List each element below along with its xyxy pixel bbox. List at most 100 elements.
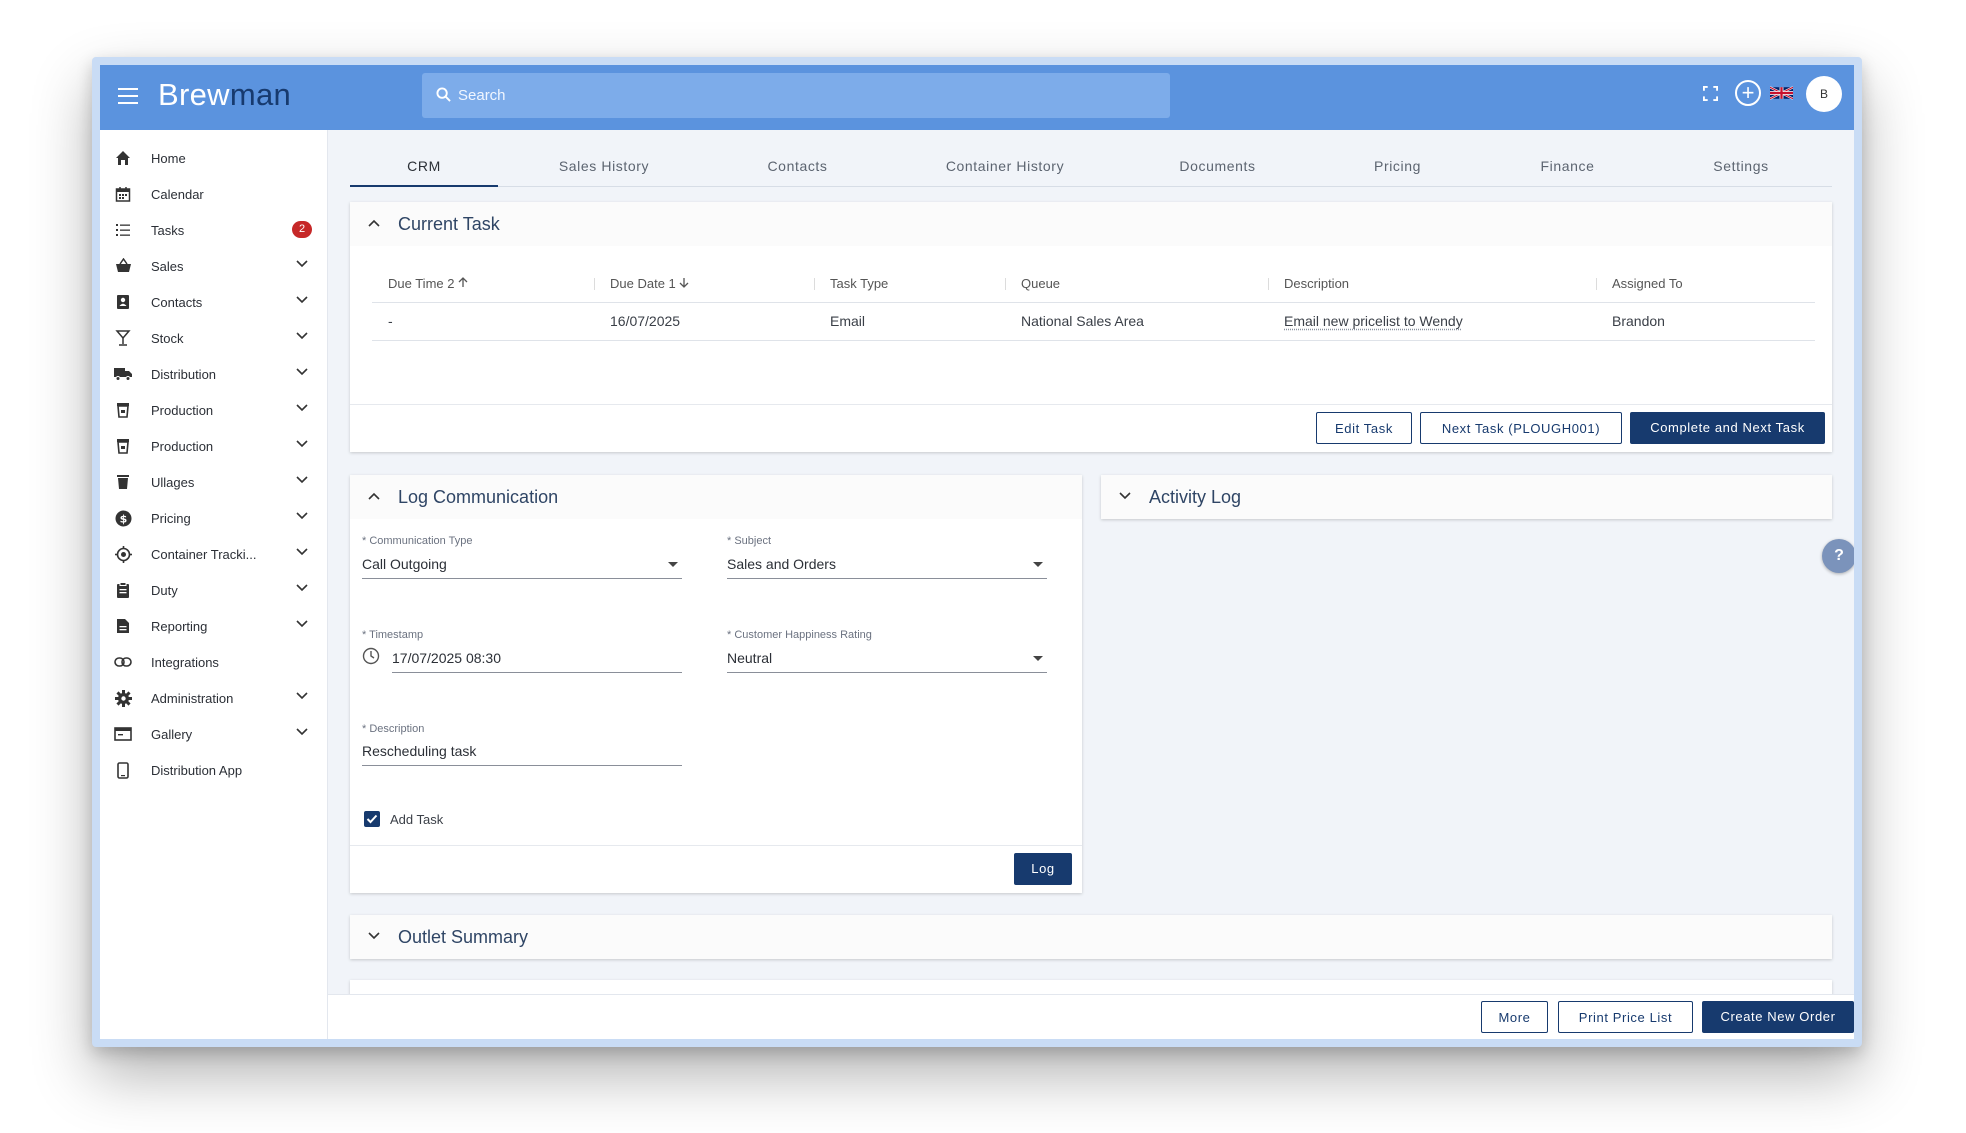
sidebar-item-gallery[interactable]: Gallery	[100, 716, 328, 752]
add-icon[interactable]: +	[1735, 80, 1761, 106]
column-label: Task Type	[830, 276, 889, 292]
tab-crm[interactable]: CRM	[350, 145, 498, 187]
chevron-down-icon[interactable]	[296, 368, 308, 376]
chevron-down-icon[interactable]	[296, 296, 308, 304]
column-separator	[1005, 278, 1006, 290]
add-task-checkbox[interactable]	[364, 811, 380, 827]
log-button[interactable]: Log	[1014, 853, 1072, 885]
divider	[350, 404, 1832, 405]
sidebar-item-sales[interactable]: Sales	[100, 248, 328, 284]
chevron-down-icon[interactable]	[296, 260, 308, 268]
gear-icon	[114, 689, 132, 707]
sidebar-item-stock[interactable]: Stock	[100, 320, 328, 356]
create-new-order-button[interactable]: Create New Order	[1702, 1001, 1854, 1033]
sidebar-item-administration[interactable]: Administration	[100, 680, 328, 716]
gallery-icon	[114, 725, 132, 743]
sidebar-item-ullages[interactable]: Ullages	[100, 464, 328, 500]
sidebar-item-production-2[interactable]: Production	[100, 428, 328, 464]
basket-icon	[114, 257, 132, 275]
print-price-list-button[interactable]: Print Price List	[1558, 1001, 1693, 1033]
sidebar-item-production[interactable]: Production	[100, 392, 328, 428]
column-header-queue[interactable]: Queue	[1005, 266, 1268, 303]
svg-text:$: $	[119, 512, 127, 525]
glass-icon	[114, 329, 132, 347]
description-label: * Description	[362, 723, 425, 735]
column-separator	[1268, 278, 1269, 290]
communication-type-select[interactable]: Call Outgoing	[362, 553, 682, 579]
current-task-header[interactable]: Current Task	[350, 202, 1832, 246]
chevron-down-icon[interactable]	[296, 728, 308, 736]
tab-documents[interactable]: Documents	[1125, 145, 1310, 187]
bin-icon	[114, 473, 132, 491]
timestamp-label: * Timestamp	[362, 629, 424, 641]
table-header-row: Due Time 2 Due Date 1 Task Type Queue De…	[372, 266, 1815, 303]
happiness-rating-select[interactable]: Neutral	[727, 647, 1047, 673]
next-task-button[interactable]: Next Task (PLOUGH001)	[1420, 412, 1622, 444]
sidebar-item-integrations[interactable]: Integrations	[100, 644, 328, 680]
column-header-task-type[interactable]: Task Type	[814, 266, 1005, 303]
sidebar-item-pricing[interactable]: $ Pricing	[100, 500, 328, 536]
sidebar-item-home[interactable]: Home	[100, 140, 328, 176]
sidebar-item-distribution-app[interactable]: Distribution App	[100, 752, 328, 788]
chevron-down-icon[interactable]	[296, 548, 308, 556]
outlet-summary-header[interactable]: Outlet Summary	[350, 915, 1832, 959]
sidebar-item-tasks[interactable]: Tasks 2	[100, 212, 328, 248]
chevron-down-icon[interactable]	[296, 332, 308, 340]
sidebar-item-container-tracking[interactable]: Container Tracki...	[100, 536, 328, 572]
tab-sales-history[interactable]: Sales History	[498, 145, 710, 187]
chevron-down-icon[interactable]	[296, 440, 308, 448]
chevron-down-icon[interactable]	[296, 584, 308, 592]
chevron-up-icon[interactable]	[368, 492, 380, 500]
cell-due-date: 16/07/2025	[594, 302, 814, 341]
log-communication-header[interactable]: Log Communication	[350, 475, 1082, 519]
chevron-down-icon[interactable]	[296, 476, 308, 484]
avatar[interactable]: B	[1806, 76, 1842, 112]
sidebar: Home Calendar Tasks 2 Sales Contacts Sto…	[100, 130, 328, 1039]
subject-select[interactable]: Sales and Orders	[727, 553, 1047, 579]
chevron-down-icon[interactable]	[296, 512, 308, 520]
clock-icon[interactable]	[362, 647, 380, 665]
chevron-up-icon[interactable]	[368, 219, 380, 227]
chevron-down-icon[interactable]	[296, 404, 308, 412]
tab-container-history[interactable]: Container History	[885, 145, 1125, 187]
sidebar-item-label: Duty	[151, 583, 178, 598]
brand-logo[interactable]: Brewman	[158, 77, 291, 113]
divider	[350, 845, 1082, 846]
sidebar-item-contacts[interactable]: Contacts	[100, 284, 328, 320]
chevron-down-icon[interactable]	[296, 692, 308, 700]
tab-settings[interactable]: Settings	[1650, 145, 1832, 187]
uk-flag-icon[interactable]	[1770, 85, 1793, 101]
chevron-down-icon[interactable]	[1119, 492, 1131, 500]
edit-task-button[interactable]: Edit Task	[1316, 412, 1412, 444]
column-header-due-date[interactable]: Due Date 1	[594, 266, 814, 303]
column-header-assigned-to[interactable]: Assigned To	[1596, 266, 1815, 303]
sidebar-item-reporting[interactable]: Reporting	[100, 608, 328, 644]
tab-finance[interactable]: Finance	[1485, 145, 1650, 187]
timestamp-input[interactable]: 17/07/2025 08:30	[392, 647, 682, 673]
chevron-down-icon[interactable]	[368, 932, 380, 940]
contacts-icon	[114, 293, 132, 311]
tab-pricing[interactable]: Pricing	[1310, 145, 1485, 187]
help-icon[interactable]: ?	[1822, 539, 1854, 573]
sidebar-item-distribution[interactable]: Distribution	[100, 356, 328, 392]
communication-type-value: Call Outgoing	[362, 556, 447, 572]
search-input[interactable]	[458, 73, 1158, 118]
complete-and-next-task-button[interactable]: Complete and Next Task	[1630, 412, 1825, 444]
table-row[interactable]: - 16/07/2025 Email National Sales Area E…	[372, 302, 1815, 341]
activity-log-header[interactable]: Activity Log	[1101, 475, 1832, 519]
more-button[interactable]: More	[1481, 1001, 1548, 1033]
description-input[interactable]: Rescheduling task	[362, 740, 682, 766]
calendar-icon	[114, 185, 132, 203]
search-bar[interactable]	[422, 73, 1170, 118]
cell-description-link[interactable]: Email new pricelist to Wendy	[1268, 302, 1596, 341]
fullscreen-icon[interactable]	[1703, 86, 1718, 101]
communication-type-label: * Communication Type	[362, 535, 473, 547]
menu-icon[interactable]	[118, 88, 138, 104]
sidebar-item-calendar[interactable]: Calendar	[100, 176, 328, 212]
tab-contacts[interactable]: Contacts	[710, 145, 885, 187]
sidebar-item-duty[interactable]: Duty	[100, 572, 328, 608]
dollar-icon: $	[114, 509, 132, 527]
column-header-due-time[interactable]: Due Time 2	[372, 266, 594, 303]
column-header-description[interactable]: Description	[1268, 266, 1596, 303]
chevron-down-icon[interactable]	[296, 620, 308, 628]
